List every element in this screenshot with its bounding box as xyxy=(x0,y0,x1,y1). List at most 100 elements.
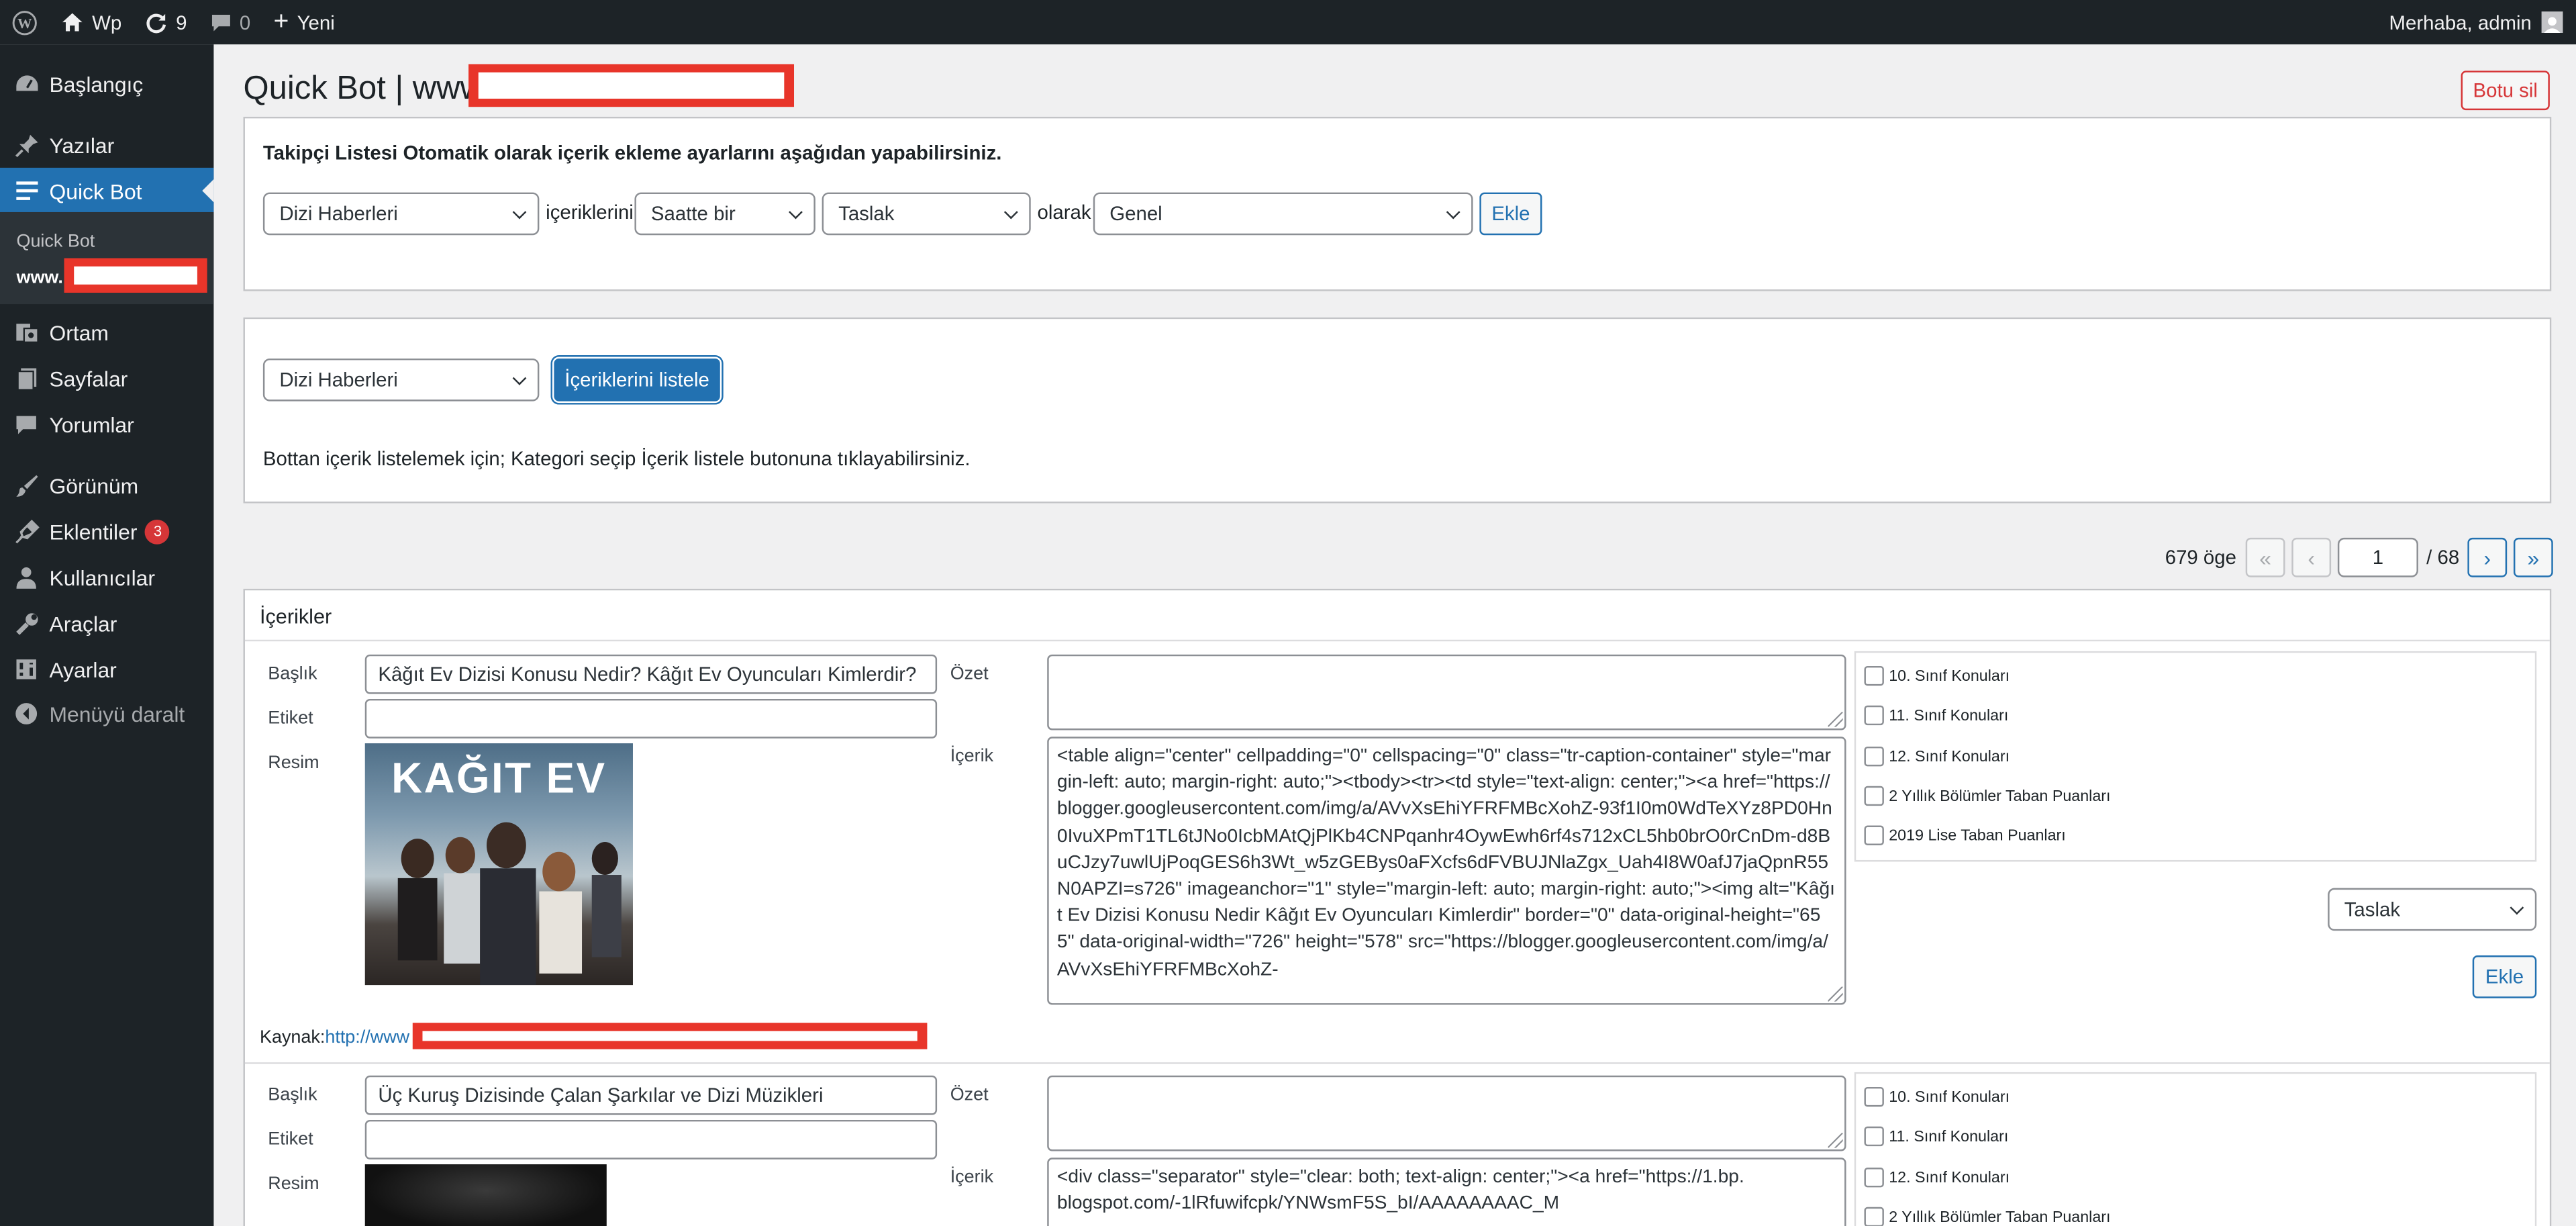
sidebar-item-label: Menüyü daralt xyxy=(49,701,185,726)
wordpress-logo-icon[interactable]: W xyxy=(0,0,49,44)
category-option[interactable]: 12. Sınıf Konuları xyxy=(1864,746,2010,767)
item-title-input[interactable]: Kâğıt Ev Dizisi Konusu Nedir? Kâğıt Ev O… xyxy=(364,654,938,694)
item-count: 679 öge xyxy=(2165,546,2237,569)
current-page-input[interactable]: 1 xyxy=(2337,537,2418,577)
new-label: Yeni xyxy=(297,10,335,34)
category-option[interactable]: 11. Sınıf Konuları xyxy=(1864,1126,2008,1147)
collapse-menu-button[interactable]: Menüyü daralt xyxy=(0,691,213,737)
checkbox[interactable] xyxy=(1864,705,1884,726)
divider xyxy=(244,639,2550,642)
comment-icon xyxy=(13,411,40,437)
list-contents-button[interactable]: İçeriklerini listele xyxy=(554,358,720,402)
sidebar-item-comments[interactable]: Yorumlar xyxy=(0,402,213,448)
sidebar-item-label: Sayfalar xyxy=(49,365,128,391)
category-option[interactable]: 2 Yıllık Bölümler Taban Puanları xyxy=(1864,786,2111,806)
sidebar-item-pages[interactable]: Sayfalar xyxy=(0,355,213,402)
category-label: 12. Sınıf Konuları xyxy=(1889,1168,2010,1187)
follower-add-button[interactable]: Ekle xyxy=(1479,192,1542,236)
category-option[interactable]: 10. Sınıf Konuları xyxy=(1864,665,2010,686)
content-text: <div class="separator" style="clear: bot… xyxy=(1056,1168,1744,1215)
sidebar-item-label: Başlangıç xyxy=(49,71,144,97)
contents-word: içeriklerini xyxy=(546,200,634,224)
item-tag-input[interactable] xyxy=(364,698,938,739)
new-content-link[interactable]: + Yeni xyxy=(262,0,346,44)
collapse-icon xyxy=(13,700,40,726)
as-word: olarak xyxy=(1037,200,1091,224)
sidebar-item-appearance[interactable]: Görünüm xyxy=(0,462,213,508)
sidebar-item-users[interactable]: Kullanıcılar xyxy=(0,554,213,600)
follower-status-select[interactable]: Taslak xyxy=(822,192,1031,236)
frequency-select[interactable]: Saatte bir xyxy=(634,192,815,236)
submenu-quick-bot[interactable]: Quick Bot xyxy=(16,232,95,251)
image-people-graphic xyxy=(397,822,622,986)
listing-panel xyxy=(243,317,2552,504)
avatar xyxy=(2541,11,2563,33)
pin-icon xyxy=(13,132,40,158)
sidebar-item-dashboard[interactable]: Başlangıç xyxy=(0,61,213,107)
category-label: 10. Sınıf Konuları xyxy=(1889,1088,2010,1106)
next-page-button[interactable]: › xyxy=(2467,537,2508,577)
checkbox[interactable] xyxy=(1864,1126,1884,1147)
follower-category-select[interactable]: Dizi Haberleri xyxy=(262,192,540,236)
checkbox[interactable] xyxy=(1864,746,1884,767)
item-image: KAĞIT EV xyxy=(364,743,633,986)
checkbox[interactable] xyxy=(1864,1168,1884,1188)
comments-link[interactable]: 0 xyxy=(199,0,262,44)
source-label: Kaynak: xyxy=(259,1027,326,1048)
sidebar-item-plugins[interactable]: Eklentiler 3 xyxy=(0,508,213,555)
sidebar-item-quick-bot[interactable]: Quick Bot xyxy=(0,167,214,214)
settings-icon xyxy=(13,656,40,682)
greeting: Merhaba, admin xyxy=(2389,10,2532,34)
item-summary-textarea[interactable] xyxy=(1047,654,1846,730)
target-category-select[interactable]: Genel xyxy=(1093,192,1473,236)
last-page-button[interactable]: » xyxy=(2513,537,2553,577)
content-text: <table align="center" cellpadding="0" ce… xyxy=(1056,746,1836,980)
plugin-update-badge: 3 xyxy=(145,518,170,544)
checkbox[interactable] xyxy=(1864,1086,1884,1107)
divider xyxy=(244,1062,2550,1064)
sidebar-item-settings[interactable]: Ayarlar xyxy=(0,647,213,693)
item-status-select[interactable]: Taslak xyxy=(2328,888,2537,931)
item-summary-textarea[interactable] xyxy=(1047,1075,1846,1151)
category-option[interactable]: 2019 Lise Taban Puanları xyxy=(1864,825,2066,845)
wrench-icon xyxy=(13,610,40,636)
first-page-button[interactable]: « xyxy=(2245,537,2285,577)
site-home-link[interactable]: Wp xyxy=(49,0,133,44)
plugin-icon xyxy=(13,518,40,545)
source-link[interactable]: http://www xyxy=(325,1028,409,1047)
category-option[interactable]: 2 Yıllık Bölümler Taban Puanları xyxy=(1864,1207,2111,1226)
sidebar-item-tools[interactable]: Araçlar xyxy=(0,600,213,647)
item-content-textarea[interactable]: <table align="center" cellpadding="0" ce… xyxy=(1047,737,1846,1005)
checkbox[interactable] xyxy=(1864,1207,1884,1226)
title-label: Başlık xyxy=(268,1085,317,1105)
contents-heading: İçerikler xyxy=(259,605,332,628)
updates-link[interactable]: 9 xyxy=(133,0,198,44)
delete-bot-button[interactable]: Botu sil xyxy=(2461,70,2550,111)
resize-grip-icon xyxy=(1828,712,1843,727)
sidebar-item-label: Yorumlar xyxy=(49,412,134,437)
category-option[interactable]: 12. Sınıf Konuları xyxy=(1864,1168,2010,1188)
item-tag-input[interactable] xyxy=(364,1119,938,1160)
category-option[interactable]: 11. Sınıf Konuları xyxy=(1864,705,2008,726)
category-option[interactable]: 10. Sınıf Konuları xyxy=(1864,1086,2010,1107)
item-add-button[interactable]: Ekle xyxy=(2472,955,2537,998)
checkbox[interactable] xyxy=(1864,825,1884,845)
submenu-site[interactable]: www. xyxy=(16,268,62,287)
item-content-textarea[interactable]: <div class="separator" style="clear: bot… xyxy=(1047,1158,1846,1226)
sidebar-item-label: Yazılar xyxy=(49,132,115,157)
sidebar-item-media[interactable]: Ortam xyxy=(0,309,213,355)
item-title-input[interactable]: Üç Kuruş Dizisinde Çalan Şarkılar ve Diz… xyxy=(364,1075,938,1115)
tag-label: Etiket xyxy=(268,708,313,729)
page-title: Quick Bot | www. xyxy=(243,70,491,107)
category-label: 12. Sınıf Konuları xyxy=(1889,747,2010,766)
listing-category-select[interactable]: Dizi Haberleri xyxy=(262,358,540,402)
user-icon xyxy=(13,564,40,590)
category-checklist: 10. Sınıf Konuları 11. Sınıf Konuları 12… xyxy=(1854,1072,2537,1226)
checkbox[interactable] xyxy=(1864,665,1884,686)
sidebar-item-label: Araçlar xyxy=(49,610,117,636)
sidebar-item-posts[interactable]: Yazılar xyxy=(0,122,213,168)
checkbox[interactable] xyxy=(1864,786,1884,806)
sidebar-item-label: Kullanıcılar xyxy=(49,565,155,590)
account-menu[interactable]: Merhaba, admin xyxy=(2389,11,2576,34)
previous-page-button[interactable]: ‹ xyxy=(2291,537,2332,577)
